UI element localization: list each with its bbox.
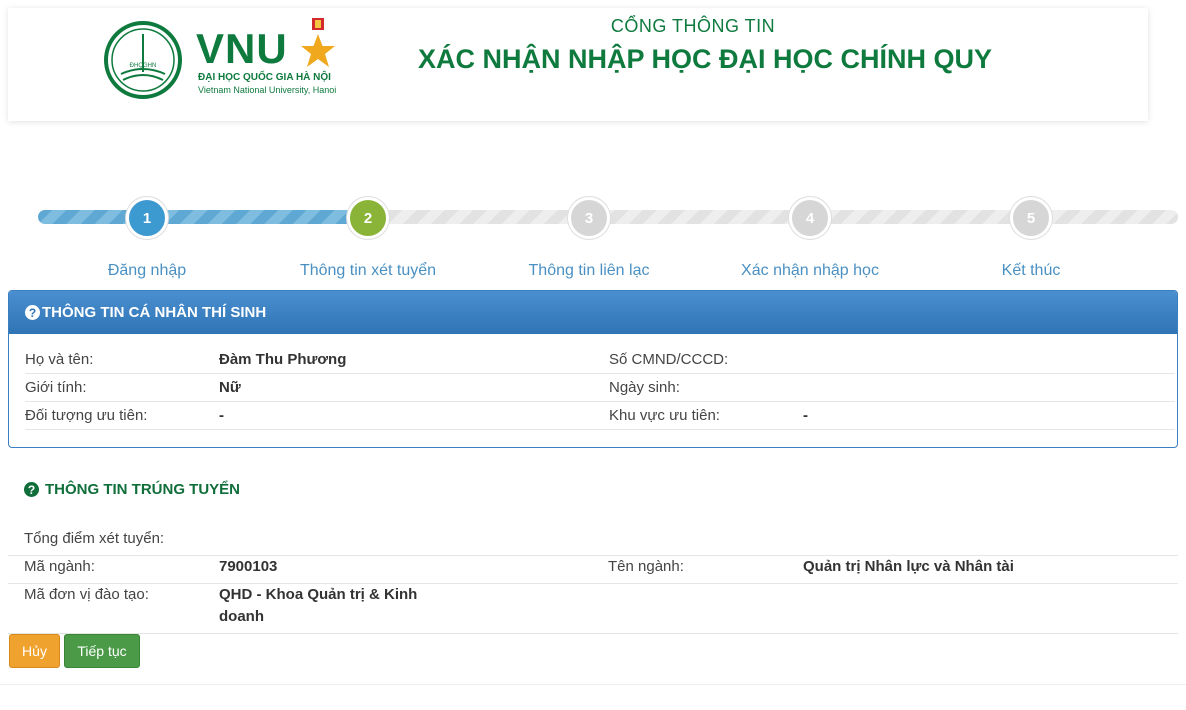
priority-region-value: -: [803, 407, 808, 424]
major-name-label: Tên ngành:: [608, 558, 684, 575]
personal-info-header: ? THÔNG TIN CÁ NHÂN THÍ SINH: [9, 291, 1177, 334]
wizard-track-pending: [360, 210, 1178, 224]
fullname-label: Họ và tên:: [25, 351, 94, 368]
footer-divider: [0, 684, 1186, 685]
wizard-step-2[interactable]: 2: [347, 197, 389, 239]
wizard-step-1-label[interactable]: Đăng nhập: [47, 262, 247, 280]
wizard-step-1[interactable]: 1: [126, 197, 168, 239]
admission-info-title: ? THÔNG TIN TRÚNG TUYỂN: [24, 481, 240, 498]
brand-subtitle-vn: ĐẠI HỌC QUỐC GIA HÀ NỘI: [198, 72, 331, 83]
question-circle-icon: ?: [25, 305, 40, 320]
major-code-value: 7900103: [219, 558, 278, 575]
priority-group-label: Đối tượng ưu tiên:: [25, 407, 148, 424]
personal-info-panel: ? THÔNG TIN CÁ NHÂN THÍ SINH Họ và tên: …: [8, 290, 1178, 448]
wizard-step-4-label: Xác nhận nhập học: [741, 262, 879, 279]
gender-value: Nữ: [219, 379, 241, 396]
training-unit-value-line1: QHD - Khoa Quản trị & Kinh: [219, 586, 418, 603]
logo-badge-text: ĐHQGHN: [130, 63, 157, 69]
wizard-step-5-label: Kết thúc: [1001, 262, 1061, 279]
wizard-track-progress: [38, 210, 368, 224]
info-row: Họ và tên: Đàm Thu Phương Số CMND/CCCD:: [25, 346, 1175, 374]
wizard-step-3-label: Thông tin liên lạc: [528, 262, 650, 279]
wizard-step-4: 4: [789, 197, 831, 239]
major-code-label: Mã ngành:: [24, 558, 95, 575]
info-row: Mã ngành: 7900103 Tên ngành: Quản trị Nh…: [8, 556, 1178, 584]
training-unit-value-line2: doanh: [219, 608, 264, 625]
question-circle-icon: ?: [24, 482, 39, 497]
priority-region-label: Khu vực ưu tiên:: [609, 407, 720, 424]
wizard-step-5: 5: [1010, 197, 1052, 239]
info-row: Giới tính: Nữ Ngày sinh:: [25, 374, 1175, 402]
wizard-step-3: 3: [568, 197, 610, 239]
info-row: Mã đơn vị đào tạo: QHD - Khoa Quản trị &…: [8, 584, 1178, 634]
site-header: ĐHQGHN VNU ĐẠI HỌC QUỐC GIA HÀ NỘI Vietn…: [8, 8, 1148, 121]
major-name-value: Quản trị Nhân lực và Nhân tài: [803, 558, 1014, 575]
wizard-step-2-label[interactable]: Thông tin xét tuyển: [268, 262, 468, 280]
portal-title: XÁC NHẬN NHẬP HỌC ĐẠI HỌC CHÍNH QUY: [418, 44, 993, 74]
cancel-button[interactable]: Hủy: [9, 634, 60, 668]
admission-info-title-text: THÔNG TIN TRÚNG TUYỂN: [45, 481, 240, 498]
info-row: Tổng điểm xét tuyển:: [8, 524, 1178, 556]
brand-subtitle-en: Vietnam National University, Hanoi: [198, 85, 337, 95]
training-unit-label: Mã đơn vị đào tạo:: [24, 586, 149, 603]
info-row: Đối tượng ưu tiên: - Khu vực ưu tiên: -: [25, 402, 1175, 430]
portal-caption: CỔNG THÔNG TIN: [610, 16, 776, 36]
total-score-label: Tổng điểm xét tuyển:: [24, 530, 165, 547]
fullname-value: Đàm Thu Phương: [219, 351, 347, 368]
gender-label: Giới tính:: [25, 379, 87, 396]
id-number-label: Số CMND/CCCD:: [609, 351, 729, 368]
personal-info-title: THÔNG TIN CÁ NHÂN THÍ SINH: [42, 304, 267, 321]
priority-group-value: -: [219, 407, 224, 424]
continue-button[interactable]: Tiếp tục: [64, 634, 140, 668]
dob-label: Ngày sinh:: [609, 379, 680, 396]
